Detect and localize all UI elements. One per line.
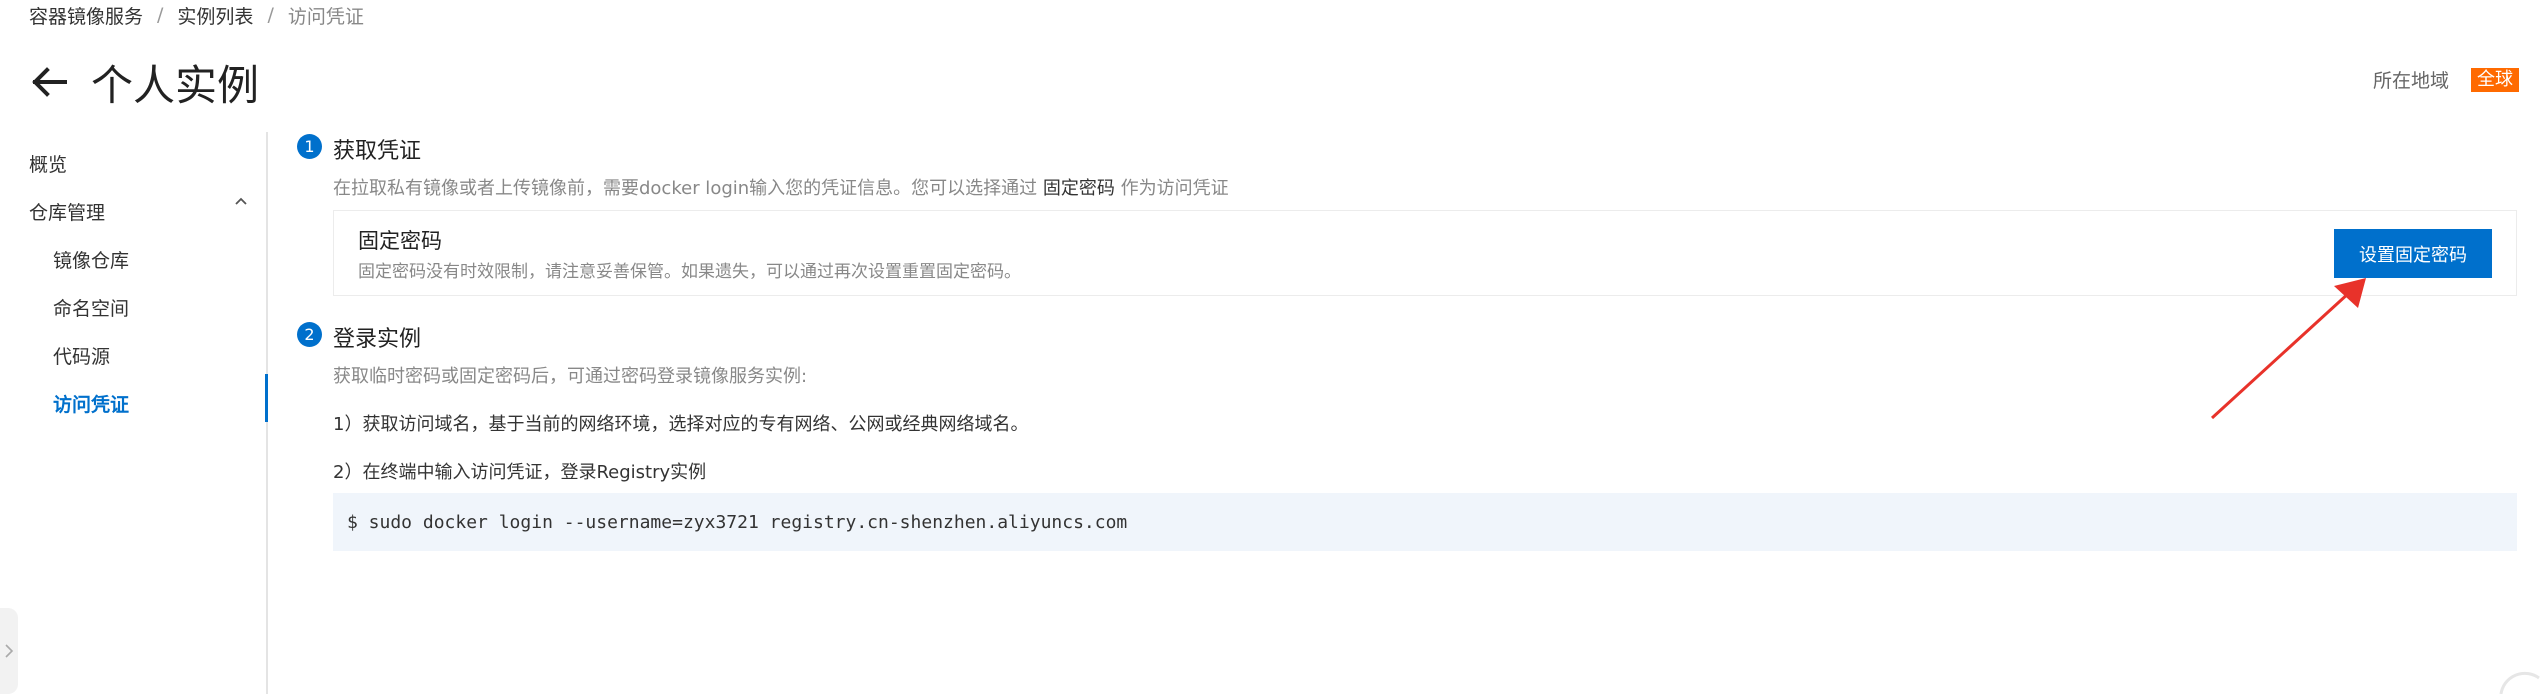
breadcrumb-separator: /	[267, 4, 274, 26]
step-2-title: 登录实例	[333, 327, 422, 352]
step-2-line-1: 1）获取访问域名，基于当前的网络环境，选择对应的专有网络、公网或经典网络域名。	[333, 414, 1029, 435]
sidebar: 概览 仓库管理 镜像仓库 命名空间 代码源 访问凭证	[0, 132, 268, 694]
region-label: 所在地域	[2372, 70, 2449, 92]
breadcrumb-item-instance-list[interactable]: 实例列表	[177, 2, 253, 29]
step-2-badge: 2	[297, 322, 322, 347]
fixed-password-title: 固定密码	[358, 229, 442, 253]
step-2-line-2: 2）在终端中输入访问凭证，登录Registry实例	[333, 462, 707, 483]
breadcrumb-current: 访问凭证	[287, 5, 364, 28]
sidebar-item-access-credential[interactable]: 访问凭证	[53, 390, 129, 417]
chevron-right-icon	[5, 644, 14, 658]
sidebar-item-namespace[interactable]: 命名空间	[53, 294, 129, 321]
page-header: 个人实例	[29, 50, 259, 114]
set-fixed-password-button[interactable]: 设置固定密码	[2334, 229, 2492, 278]
step-1-badge: 1	[297, 134, 322, 159]
page-title: 个人实例	[91, 60, 260, 110]
corner-decoration-icon	[2499, 671, 2540, 694]
fixed-password-card: 固定密码 固定密码没有时效限制，请注意妥善保管。如果遗失，可以通过再次设置重置固…	[333, 210, 2517, 296]
step-1-desc-strong: 固定密码	[1042, 178, 1115, 199]
sidebar-toggle[interactable]	[0, 608, 18, 694]
step-2-description: 获取临时密码或固定密码后，可通过密码登录镜像服务实例:	[333, 366, 808, 387]
fixed-password-description: 固定密码没有时效限制，请注意妥善保管。如果遗失，可以通过再次设置重置固定密码。	[358, 262, 1021, 282]
sidebar-item-code-source[interactable]: 代码源	[53, 342, 110, 369]
chevron-up-icon[interactable]	[234, 194, 248, 208]
arrow-left-icon[interactable]	[29, 62, 69, 102]
sidebar-group-repo-management[interactable]: 仓库管理	[29, 198, 105, 225]
sidebar-item-image-repo[interactable]: 镜像仓库	[53, 246, 129, 273]
login-command-code[interactable]: $ sudo docker login --username=zyx3721 r…	[333, 493, 2517, 551]
step-1-description: 在拉取私有镜像或者上传镜像前，需要docker login输入您的凭证信息。您可…	[333, 174, 1229, 200]
sidebar-item-overview[interactable]: 概览	[29, 150, 67, 177]
sidebar-active-indicator	[265, 374, 268, 422]
breadcrumb-item-container-registry[interactable]: 容器镜像服务	[29, 2, 143, 29]
breadcrumb-separator: /	[157, 4, 164, 26]
step-1-desc-prefix: 在拉取私有镜像或者上传镜像前，需要docker login输入您的凭证信息。您可…	[333, 178, 1038, 199]
step-1-title: 获取凭证	[333, 139, 422, 164]
step-1-desc-suffix: 作为访问凭证	[1120, 178, 1229, 199]
breadcrumb: 容器镜像服务 / 实例列表 / 访问凭证	[29, 0, 364, 30]
region-badge[interactable]: 全球	[2471, 67, 2519, 92]
region-selector: 所在地域 全球	[2373, 66, 2519, 93]
